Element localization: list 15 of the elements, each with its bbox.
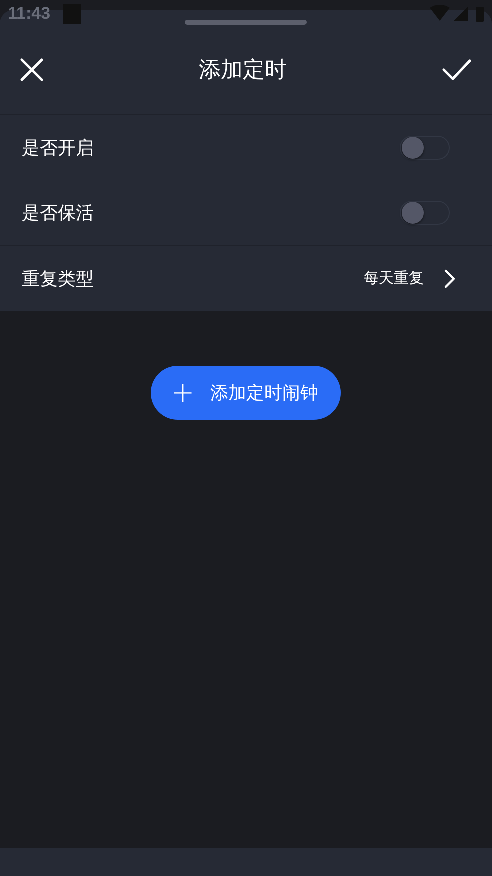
close-button[interactable]	[20, 58, 44, 82]
notification-icon	[62, 4, 81, 24]
add-alarm-button[interactable]: + 添加定时闹钟	[151, 366, 341, 420]
setting-label: 是否保活	[22, 202, 95, 224]
toggle-switch[interactable]	[400, 136, 450, 160]
status-icons	[430, 5, 486, 23]
sheet-title: 添加定时	[199, 56, 287, 84]
chevron-right-icon[interactable]	[444, 268, 456, 288]
toggle-switch[interactable]	[400, 200, 450, 224]
setting-value[interactable]: 每天重复	[364, 269, 424, 288]
setting-label: 重复类型	[22, 268, 95, 290]
drag-handle[interactable]	[185, 20, 307, 25]
setting-label: 是否开启	[22, 136, 95, 160]
confirm-button[interactable]	[442, 58, 472, 82]
status-time: 11:43	[8, 4, 51, 24]
